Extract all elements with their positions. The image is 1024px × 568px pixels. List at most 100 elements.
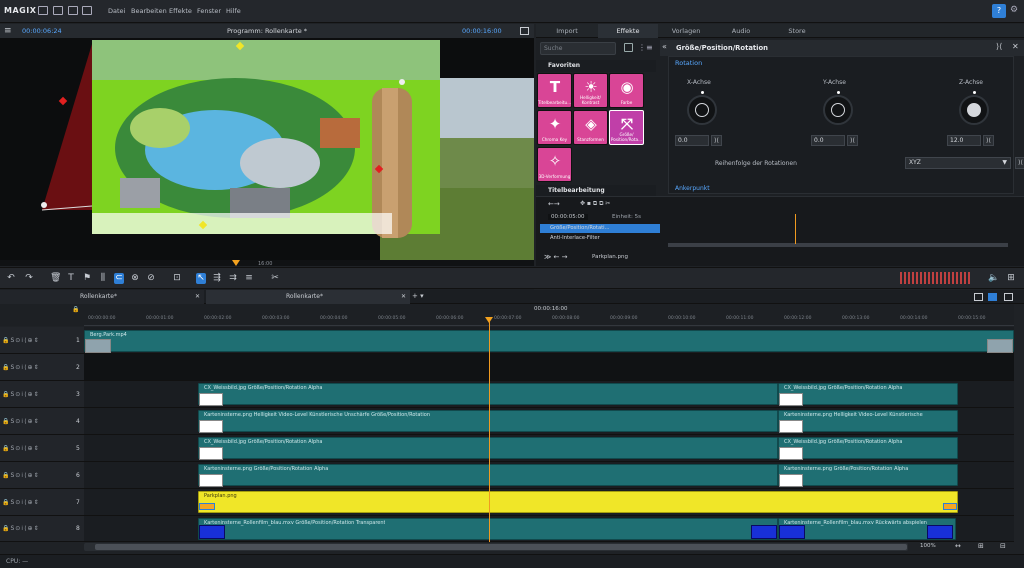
zoom-fit-icon[interactable]: ↔ bbox=[955, 542, 961, 550]
expand-icon[interactable]: ⟩⟨ bbox=[996, 42, 1002, 51]
timeline-clip[interactable]: Berg.Park.mp4 bbox=[84, 330, 1014, 353]
z-rotation-dial[interactable] bbox=[959, 91, 989, 125]
effect-tile-stanzformen[interactable]: ◈ Stanzformen bbox=[573, 110, 608, 145]
save-icon[interactable] bbox=[38, 6, 48, 15]
keyframe-nav-arrows-icon[interactable]: ≫ ← → bbox=[544, 253, 568, 261]
pointer-icon[interactable]: ↖ bbox=[196, 273, 206, 284]
settings-icon[interactable]: ⚙ bbox=[1010, 5, 1019, 16]
menu-bearbeiten[interactable]: Bearbeiten bbox=[131, 7, 167, 15]
effect-tile-3d-verformung[interactable]: ✧ 3D-Verformung bbox=[537, 147, 572, 182]
project-tab-2[interactable]: Rollenkarte* ✕ bbox=[206, 290, 410, 304]
timeline-clip[interactable]: Karteninsterne.png Größe/Position/Rotati… bbox=[198, 464, 778, 487]
tab-vorlagen[interactable]: Vorlagen bbox=[658, 24, 714, 38]
timeline-playhead[interactable] bbox=[489, 320, 490, 542]
track-header[interactable]: 🔒S⊙⁞⟨⊕⇕ 8 bbox=[0, 516, 84, 542]
keyframe-playhead[interactable] bbox=[795, 214, 796, 244]
y-rotation-input[interactable]: 0.0 bbox=[811, 135, 845, 146]
menu-hilfe[interactable]: Hilfe bbox=[226, 7, 241, 15]
timeline-view-icon[interactable] bbox=[988, 293, 997, 301]
timeline-clip[interactable]: Karteninsterne_Rollenfilm_blau.mxv Rückw… bbox=[778, 518, 956, 540]
volume-icon[interactable]: 🔈 bbox=[988, 273, 999, 284]
menu-effekte[interactable]: Effekte bbox=[169, 7, 192, 15]
track-lane[interactable] bbox=[84, 354, 1014, 381]
keyframe-scroll[interactable] bbox=[668, 243, 1008, 247]
cut-icon[interactable]: ✂ bbox=[270, 273, 280, 284]
close-icon[interactable]: ✕ bbox=[1012, 42, 1019, 51]
z-reset-button[interactable]: ⟩⟨ bbox=[983, 135, 994, 146]
timeline-clip[interactable]: Karteninsterne.png Größe/Position/Rotati… bbox=[778, 464, 958, 487]
effect-tile-helligkeit[interactable]: ☀ Helligkeit/ Kontrast bbox=[573, 73, 608, 108]
keyframe-tools-icon[interactable]: ✥ ▪ ⧉ ⧉ ✂ bbox=[580, 200, 610, 208]
timeline-clip[interactable]: Karteninsterne.png Helligkeit Video-Leve… bbox=[198, 410, 778, 433]
track-lane[interactable]: Berg.Park.mp4 bbox=[84, 327, 1014, 354]
track-controls-icon[interactable]: 🔒S⊙⁞⟨⊕⇕ bbox=[2, 418, 40, 425]
track-header[interactable]: 🔒S⊙⁞⟨⊕⇕ 1 bbox=[0, 327, 84, 354]
storyboard-view-icon[interactable] bbox=[974, 293, 983, 301]
link-icon[interactable]: ⊂ bbox=[114, 273, 124, 284]
track-header[interactable]: 🔒S⊙⁞⟨⊕⇕ 7 bbox=[0, 489, 84, 516]
order-reset-button[interactable]: ⟩⟨ bbox=[1015, 157, 1024, 169]
lock-icon[interactable]: 🔒 bbox=[72, 306, 79, 313]
sort-icon[interactable]: ⋮≡ bbox=[638, 43, 653, 52]
track-controls-icon[interactable]: 🔒S⊙⁞⟨⊕⇕ bbox=[2, 364, 40, 371]
timeline-clip[interactable]: CX_Weissbild.jpg Größe/Position/Rotation… bbox=[198, 383, 778, 406]
track-lane[interactable]: Parkplan.png bbox=[84, 489, 1014, 516]
menu-fenster[interactable]: Fenster bbox=[197, 7, 221, 15]
x-reset-button[interactable]: ⟩⟨ bbox=[711, 135, 722, 146]
track-controls-icon[interactable]: 🔒S⊙⁞⟨⊕⇕ bbox=[2, 445, 40, 452]
delete-icon[interactable]: 🗑 bbox=[50, 273, 61, 284]
track-lane[interactable]: Karteninsterne.png Helligkeit Video-Leve… bbox=[84, 408, 1014, 435]
track-controls-icon[interactable]: 🔒S⊙⁞⟨⊕⇕ bbox=[2, 525, 40, 532]
disk-icon[interactable] bbox=[68, 6, 78, 15]
rotation-order-select[interactable]: XYZ ▼ bbox=[905, 157, 1011, 169]
keyframe-nav-icon[interactable]: ←→ bbox=[548, 200, 560, 208]
undo-icon[interactable]: ↶ bbox=[6, 273, 16, 284]
track-header[interactable]: 🔒S⊙⁞⟨⊕⇕ 4 bbox=[0, 408, 84, 435]
add-tab-icon[interactable]: + ▾ bbox=[412, 292, 424, 300]
timeline-ruler[interactable]: 00:00:16:00 00:00:00:00 00:00:01:00 00:00:… bbox=[84, 304, 1014, 326]
track-header[interactable]: 🔒S⊙⁞⟨⊕⇕ 6 bbox=[0, 462, 84, 489]
track-lane[interactable]: CX_Weissbild.jpg Größe/Position/Rotation… bbox=[84, 381, 1014, 408]
project-tab-1[interactable]: Rollenkarte* ✕ bbox=[0, 290, 204, 304]
title-icon[interactable]: T bbox=[66, 273, 76, 284]
multi-track-icon[interactable]: ⇉ bbox=[228, 273, 238, 284]
video-preview[interactable] bbox=[0, 38, 534, 260]
export-icon[interactable] bbox=[82, 6, 92, 15]
zoom-in-icon[interactable]: ⊞ bbox=[978, 542, 984, 550]
scene-view-icon[interactable] bbox=[1004, 293, 1013, 301]
zoom-out-icon[interactable]: ⊟ bbox=[1000, 542, 1006, 550]
track-header[interactable]: 🔒S⊙⁞⟨⊕⇕ 5 bbox=[0, 435, 84, 462]
tab-effekte[interactable]: Effekte bbox=[598, 24, 658, 38]
split-icon[interactable]: ⫼ bbox=[98, 273, 108, 284]
mixer-icon[interactable]: ⊞ bbox=[1006, 273, 1016, 284]
close-icon[interactable]: ✕ bbox=[401, 290, 406, 304]
y-rotation-dial[interactable] bbox=[823, 91, 853, 125]
keyframe-row-transform[interactable]: Größe/Position/Rotati... bbox=[540, 224, 660, 233]
stretch-icon[interactable]: ≡ bbox=[244, 273, 254, 284]
effect-tile-titel[interactable]: T Titelbearbeitu... bbox=[537, 73, 572, 108]
keyframe-row-anti-interlace[interactable]: Anti-Interlace-Filter bbox=[540, 234, 660, 243]
x-rotation-dial[interactable] bbox=[687, 91, 717, 125]
marker-icon[interactable]: ⚑ bbox=[82, 273, 92, 284]
snapshot-icon[interactable]: ⊡ bbox=[172, 273, 182, 284]
track-lane[interactable]: CX_Weissbild.jpg Größe/Position/Rotation… bbox=[84, 435, 1014, 462]
tab-import[interactable]: Import bbox=[536, 24, 598, 38]
z-rotation-input[interactable]: 12.0 bbox=[947, 135, 981, 146]
effect-tile-chroma-key[interactable]: ✦ Chroma Key bbox=[537, 110, 572, 145]
category-favoriten[interactable]: Favoriten bbox=[536, 60, 656, 72]
track-header[interactable]: 🔒S⊙⁞⟨⊕⇕ 3 bbox=[0, 381, 84, 408]
y-reset-button[interactable]: ⟩⟨ bbox=[847, 135, 858, 146]
menu-datei[interactable]: Datei bbox=[108, 7, 125, 15]
timeline-clip[interactable]: CX_Weissbild.jpg Größe/Position/Rotation… bbox=[198, 437, 778, 460]
section-rotation[interactable]: Rotation bbox=[675, 59, 702, 67]
grid-view-icon[interactable] bbox=[624, 43, 633, 52]
effects-search-input[interactable]: Suche bbox=[540, 42, 616, 55]
zoom-level[interactable]: 100% bbox=[920, 543, 936, 549]
effect-tile-groesse-position[interactable]: ⤧ Größe/ Position/Rota... bbox=[609, 110, 644, 145]
timeline-clip[interactable]: CX_Weissbild.jpg Größe/Position/Rotation… bbox=[778, 437, 958, 460]
track-header[interactable]: 🔒S⊙⁞⟨⊕⇕ 2 bbox=[0, 354, 84, 381]
effect-tile-farbe[interactable]: ◉ Farbe bbox=[609, 73, 644, 108]
timeline-clip[interactable]: Parkplan.png bbox=[198, 491, 958, 513]
ungroup-icon[interactable]: ⊘ bbox=[146, 273, 156, 284]
open-folder-icon[interactable] bbox=[53, 6, 63, 15]
